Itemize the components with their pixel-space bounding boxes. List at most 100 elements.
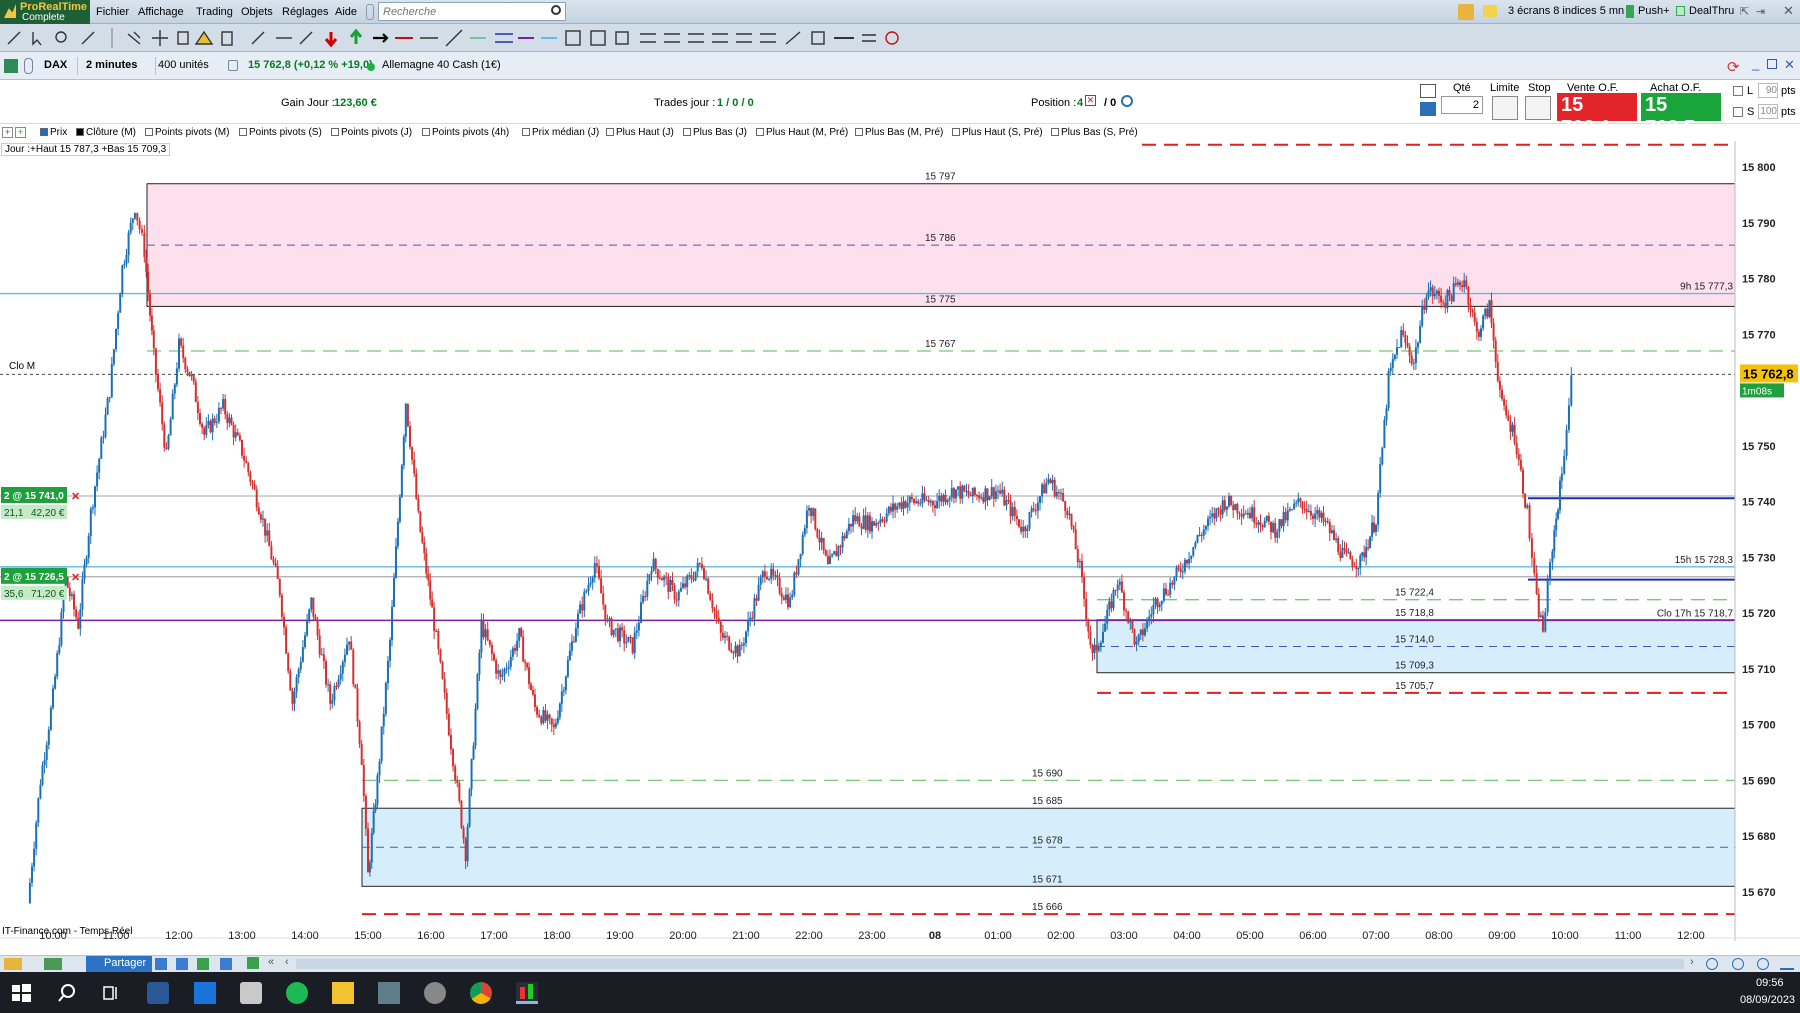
message-icon[interactable] <box>1483 5 1497 17</box>
chart-type-icon[interactable] <box>4 59 18 73</box>
limit-order-button[interactable] <box>1492 96 1518 120</box>
timeframe-select[interactable]: 2 minutes <box>82 57 156 75</box>
file-explorer-icon[interactable] <box>332 982 354 1004</box>
gann-icon[interactable] <box>688 33 704 43</box>
app-gear-icon[interactable] <box>424 982 446 1004</box>
price-chart[interactable]: 15 79715 78615 77515 76715 722,415 718,8… <box>0 141 1800 941</box>
magnet-icon[interactable] <box>127 31 141 45</box>
zoom-icon[interactable] <box>55 31 67 43</box>
alert-bell-icon[interactable] <box>194 30 214 45</box>
measure-icon[interactable] <box>785 31 801 45</box>
trash-icon[interactable] <box>221 31 233 46</box>
search-icon[interactable] <box>551 5 561 15</box>
order-tag[interactable]: 2 @ 15 741,0 ✕21,1 42,20 € <box>1 486 80 519</box>
menu-trading[interactable]: Trading <box>196 6 233 18</box>
menu-aide[interactable]: Aide <box>335 6 357 18</box>
ellipse-icon[interactable] <box>590 30 606 46</box>
windows-start-icon[interactable] <box>10 982 32 1004</box>
search-input[interactable] <box>379 3 539 20</box>
drag-handle-icon[interactable] <box>366 4 374 20</box>
copy-icon[interactable] <box>177 31 189 45</box>
order-settings-icon[interactable] <box>1121 95 1133 107</box>
text-tool-icon[interactable] <box>615 31 629 45</box>
chart-layout-icon[interactable] <box>44 958 62 970</box>
indicator-pivots-j[interactable]: Points pivots (J) <box>331 127 412 138</box>
refresh-icon[interactable]: ⟳ <box>1727 58 1740 76</box>
spotify-icon[interactable] <box>286 982 308 1004</box>
limit-dist-input[interactable] <box>1758 83 1778 98</box>
stop-checkbox[interactable] <box>1733 107 1743 117</box>
info-icon[interactable] <box>228 60 238 71</box>
indicator-cloture-m[interactable]: Clôture (M) <box>76 127 136 138</box>
dealthru-button[interactable]: DealThru <box>1689 5 1734 17</box>
search-taskbar-icon[interactable] <box>56 982 78 1004</box>
zone-icon[interactable] <box>862 34 876 42</box>
push-plus-button[interactable]: Push+ <box>1638 5 1670 17</box>
add-chart-icon[interactable]: + <box>15 127 26 138</box>
menu-reglages[interactable]: Réglages <box>282 6 328 18</box>
app-blue-icon[interactable] <box>194 982 216 1004</box>
limit-checkbox[interactable] <box>1733 86 1743 96</box>
prorealtime-logo[interactable]: ProRealTime Complete <box>0 0 90 24</box>
scroll-left-icon[interactable]: ‹ <box>285 956 289 968</box>
trendline-icon[interactable] <box>251 31 265 45</box>
crosshair-icon[interactable] <box>152 30 168 46</box>
link-icon[interactable] <box>24 58 33 74</box>
keyboard-icon[interactable] <box>1420 102 1436 116</box>
parallel-icon[interactable] <box>495 33 513 43</box>
units-select[interactable]: 400 unités <box>154 57 222 75</box>
screens-indices-info[interactable]: 3 écrans 8 indices 5 mn <box>1508 5 1624 17</box>
zoom-in-icon[interactable] <box>1757 958 1769 970</box>
layout-1-icon[interactable] <box>155 958 167 970</box>
order-book-icon[interactable] <box>1420 84 1436 98</box>
indicator-plus-bas-j[interactable]: Plus Bas (J) <box>683 127 747 138</box>
indicator-prix-median[interactable]: Prix médian (J) <box>522 127 599 138</box>
regression-icon[interactable] <box>640 33 656 43</box>
instrument-select[interactable]: DAX <box>40 57 78 75</box>
speedlines-icon[interactable] <box>760 33 776 43</box>
order-cancel-icon[interactable]: ✕ <box>71 491 80 503</box>
screener-icon[interactable] <box>4 958 22 970</box>
zoom-fit-icon[interactable] <box>1706 958 1718 970</box>
indicator-plus-haut-s-pre[interactable]: Plus Haut (S, Pré) <box>952 127 1043 138</box>
maximize-chart-icon[interactable] <box>1767 59 1777 69</box>
indicator-plus-haut-j[interactable]: Plus Haut (J) <box>606 127 674 138</box>
zoom-out-icon[interactable] <box>1732 958 1744 970</box>
qty-input[interactable] <box>1441 96 1483 114</box>
menu-affichage[interactable]: Affichage <box>138 6 184 18</box>
buy-arrow-icon[interactable] <box>349 28 363 44</box>
detach-icon[interactable]: ⇱ <box>1740 5 1749 18</box>
sell-button[interactable]: 15 762,1 <box>1557 93 1637 139</box>
sell-arrow-icon[interactable] <box>324 32 338 48</box>
stop-dist-input[interactable] <box>1758 104 1778 119</box>
rectangle-icon[interactable] <box>565 30 581 46</box>
line-icon[interactable] <box>445 29 463 47</box>
indicator-pivots-s[interactable]: Points pivots (S) <box>239 127 322 138</box>
layout-5-icon[interactable] <box>247 957 259 969</box>
close-chart-icon[interactable]: ✕ <box>1784 57 1795 73</box>
pitchfork-icon[interactable] <box>712 33 728 43</box>
ray-icon[interactable] <box>299 31 313 45</box>
label-icon[interactable] <box>811 31 825 45</box>
indicator-pivots-4h[interactable]: Points pivots (4h) <box>422 127 509 138</box>
chart-settings-icon[interactable] <box>1780 958 1794 970</box>
andrews-icon[interactable] <box>664 33 680 43</box>
chrome-icon[interactable] <box>470 982 492 1004</box>
right-arrow-icon[interactable] <box>373 33 389 43</box>
share-button[interactable]: Partager <box>86 956 153 972</box>
ruler-icon[interactable] <box>81 31 95 45</box>
menu-objets[interactable]: Objets <box>241 6 273 18</box>
indicator-plus-bas-m-pre[interactable]: Plus Bas (M, Pré) <box>855 127 943 138</box>
word-app-icon[interactable] <box>147 982 169 1004</box>
drive-app-icon[interactable] <box>240 982 262 1004</box>
delete-all-icon[interactable] <box>885 31 899 45</box>
calculator-icon[interactable] <box>378 982 400 1004</box>
minimize-chart-icon[interactable]: _ <box>1752 56 1759 71</box>
add-indicator-icon[interactable]: + <box>2 127 13 138</box>
horizontal-scrollbar[interactable] <box>296 959 1684 969</box>
indicator-prix[interactable]: Prix <box>40 127 67 138</box>
cycles-icon[interactable] <box>736 33 752 43</box>
prorealtime-taskbar-icon[interactable] <box>516 982 538 1004</box>
close-position-icon[interactable]: ✕ <box>1085 95 1096 106</box>
layout-4-icon[interactable] <box>220 958 232 970</box>
